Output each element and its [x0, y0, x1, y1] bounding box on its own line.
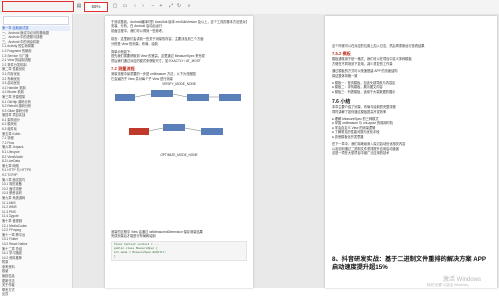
toolbar: ▤ 55% ▢ ▭ ‹ › − + ⤢ ↻ ⌕: [0, 0, 499, 15]
activation-watermark-text: 转到"设置"以激活 Windows。: [427, 283, 472, 287]
outline-list: 第一章 经典面试题 一、Android 面试中必问的基础题 二、Android 中的…: [2, 26, 70, 297]
diagram-label-bottom: OPTIMIZE_MODE_NONE: [160, 153, 197, 157]
print-icon[interactable]: ▭: [122, 3, 128, 9]
outline-sidebar: 第一章 经典面试题 一、Android 面试中必问的基础题 二、Android 中的…: [0, 14, 73, 296]
outline-item[interactable]: 反馈: [2, 292, 70, 297]
page-left: 于测试基线，Android编译时的 UsesSdk 版本 minSdkVersi…: [105, 16, 253, 288]
question-title: 8、抖音研发实战：基于二进制文件重排的解决方案 APP启动速度提升超15%: [332, 256, 487, 271]
outline-search-input[interactable]: [3, 16, 69, 25]
code-line: }: [114, 254, 116, 258]
next-icon[interactable]: ›: [140, 3, 146, 9]
prev-icon[interactable]: ‹: [132, 3, 138, 9]
zoom-out-icon[interactable]: −: [150, 3, 156, 9]
flow-diagram: VERIFY_MODE_NONE OPTIMIZE_MODE_NONE: [115, 82, 241, 157]
fit-icon[interactable]: ⤢: [168, 3, 174, 9]
page-right: 这个时候可以在对应的位置上加入日志，然后再重新运行查看结果 7.5.2 模板 模…: [325, 16, 497, 288]
diagram-label-top: VERIFY_MODE_NONE: [162, 82, 196, 86]
rotate-icon[interactable]: ↻: [176, 3, 182, 9]
document-viewer[interactable]: 于测试基线，Android编译时的 UsesSdk 版本 minSdkVersi…: [73, 14, 499, 288]
code-block: final Context context = ... public class…: [111, 240, 247, 261]
right-section-title: 7.6 小结: [332, 99, 351, 106]
zoom-in-icon[interactable]: +: [158, 3, 164, 9]
sidebar-highlight-box: [2, 1, 74, 12]
zoom-level[interactable]: 55%: [84, 2, 108, 12]
search-icon[interactable]: ⌕: [186, 3, 192, 9]
open-icon[interactable]: ▤: [76, 3, 82, 9]
save-icon[interactable]: ▢: [112, 3, 118, 9]
